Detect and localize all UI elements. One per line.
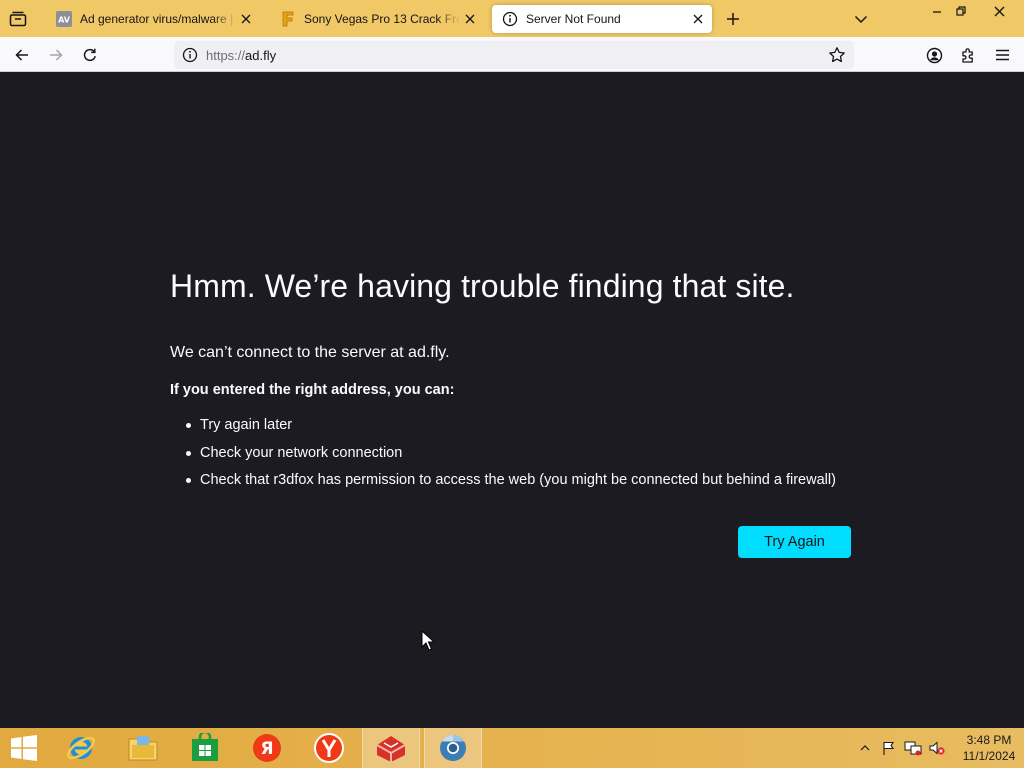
taskbar-internet-explorer[interactable] bbox=[52, 728, 110, 768]
chrome-like-icon bbox=[440, 734, 466, 761]
tab-title: Ad generator virus/malware | A bbox=[80, 12, 236, 26]
error-title: Hmm. We’re having trouble finding that s… bbox=[170, 268, 795, 304]
taskbar-store[interactable] bbox=[176, 728, 234, 768]
arrow-right-icon bbox=[50, 49, 63, 61]
info-icon bbox=[502, 11, 518, 27]
start-icon bbox=[11, 735, 37, 761]
r3dfox-icon bbox=[376, 736, 406, 762]
system-tray: 3:48 PM 11/1/2024 bbox=[854, 728, 1024, 768]
taskbar-file-explorer[interactable] bbox=[114, 728, 172, 768]
internet-explorer-icon bbox=[66, 736, 96, 760]
error-page: Hmm. We’re having trouble finding that s… bbox=[0, 72, 1024, 728]
tab-strip: AV Ad generator virus/malware | A Sony V… bbox=[0, 0, 1024, 37]
list-item: Try again later bbox=[186, 416, 836, 444]
store-icon bbox=[192, 733, 218, 761]
taskbar-yandex[interactable]: Я bbox=[238, 728, 296, 768]
vegas-icon bbox=[280, 11, 296, 27]
tab-manager-icon bbox=[9, 11, 27, 27]
forward-button[interactable] bbox=[43, 42, 69, 68]
try-again-button[interactable]: Try Again bbox=[738, 526, 851, 558]
start-button[interactable] bbox=[0, 728, 48, 768]
restore-icon bbox=[956, 6, 966, 16]
mouse-pointer-icon bbox=[421, 630, 435, 651]
chevron-down-icon bbox=[854, 15, 868, 24]
restore-button[interactable] bbox=[946, 0, 976, 22]
extensions-button[interactable] bbox=[955, 42, 981, 68]
list-item: Check your network connection bbox=[186, 444, 836, 472]
tab-ad-generator[interactable]: AV Ad generator virus/malware | A bbox=[46, 5, 260, 33]
list-item: Check that r3dfox has permission to acce… bbox=[186, 471, 836, 499]
url-host: ad.fly bbox=[245, 47, 277, 63]
svg-text:Я: Я bbox=[260, 739, 273, 759]
plus-icon bbox=[727, 13, 739, 25]
new-tab-button[interactable] bbox=[722, 8, 744, 30]
close-tab-icon[interactable] bbox=[236, 9, 256, 29]
app-menu-button[interactable] bbox=[989, 42, 1015, 68]
address-bar[interactable]: https://ad.fly bbox=[174, 41, 854, 69]
reload-button[interactable] bbox=[77, 42, 103, 68]
account-icon bbox=[926, 47, 942, 63]
svg-text:AV: AV bbox=[58, 16, 71, 25]
hamburger-menu-icon bbox=[995, 49, 1009, 61]
taskbar-chrome-like[interactable] bbox=[424, 728, 482, 768]
tab-sony-vegas[interactable]: Sony Vegas Pro 13 Crack Free D bbox=[270, 5, 484, 33]
clock-date: 11/1/2024 bbox=[962, 749, 1016, 763]
suggestion-list: Try again later Check your network conne… bbox=[186, 416, 836, 499]
tab-server-not-found[interactable]: Server Not Found bbox=[492, 5, 712, 33]
account-button[interactable] bbox=[921, 42, 947, 68]
close-window-button[interactable] bbox=[982, 0, 1016, 22]
action-center-flag-icon[interactable] bbox=[878, 737, 900, 759]
error-short-description: We can’t connect to the server at ad.fly… bbox=[170, 344, 450, 361]
yandex-browser-icon bbox=[314, 733, 344, 763]
taskbar: Я 3:48 PM 11/1/2024 bbox=[0, 728, 1024, 768]
file-explorer-icon bbox=[128, 736, 158, 761]
volume-muted-icon[interactable] bbox=[926, 737, 948, 759]
network-icon[interactable] bbox=[902, 737, 924, 759]
error-long-description: If you entered the right address, you ca… bbox=[170, 382, 455, 398]
taskbar-yandex-browser[interactable] bbox=[300, 728, 358, 768]
tab-title: Server Not Found bbox=[526, 12, 621, 26]
navigation-toolbar: https://ad.fly bbox=[0, 37, 1024, 72]
taskbar-r3dfox[interactable] bbox=[362, 728, 420, 768]
close-icon bbox=[994, 6, 1004, 16]
close-tab-icon[interactable] bbox=[460, 9, 480, 29]
clock-time: 3:48 PM bbox=[966, 733, 1012, 747]
tab-list-button[interactable] bbox=[850, 8, 872, 30]
site-info-icon[interactable] bbox=[182, 47, 198, 63]
back-button[interactable] bbox=[9, 42, 35, 68]
yandex-icon: Я bbox=[253, 734, 281, 762]
puzzle-icon bbox=[961, 47, 973, 63]
url-scheme: https:// bbox=[206, 47, 246, 63]
av-icon: AV bbox=[56, 11, 72, 27]
reload-icon bbox=[83, 48, 96, 62]
arrow-left-icon bbox=[15, 49, 28, 61]
close-tab-icon[interactable] bbox=[688, 9, 708, 29]
minimize-icon bbox=[933, 11, 941, 13]
tab-title: Sony Vegas Pro 13 Crack Free D bbox=[304, 12, 460, 26]
list-all-tabs-button[interactable] bbox=[6, 8, 30, 30]
taskbar-clock[interactable]: 3:48 PM 11/1/2024 bbox=[954, 732, 1024, 764]
show-hidden-icons-icon[interactable] bbox=[854, 737, 876, 759]
bookmark-star-icon[interactable] bbox=[828, 46, 846, 64]
